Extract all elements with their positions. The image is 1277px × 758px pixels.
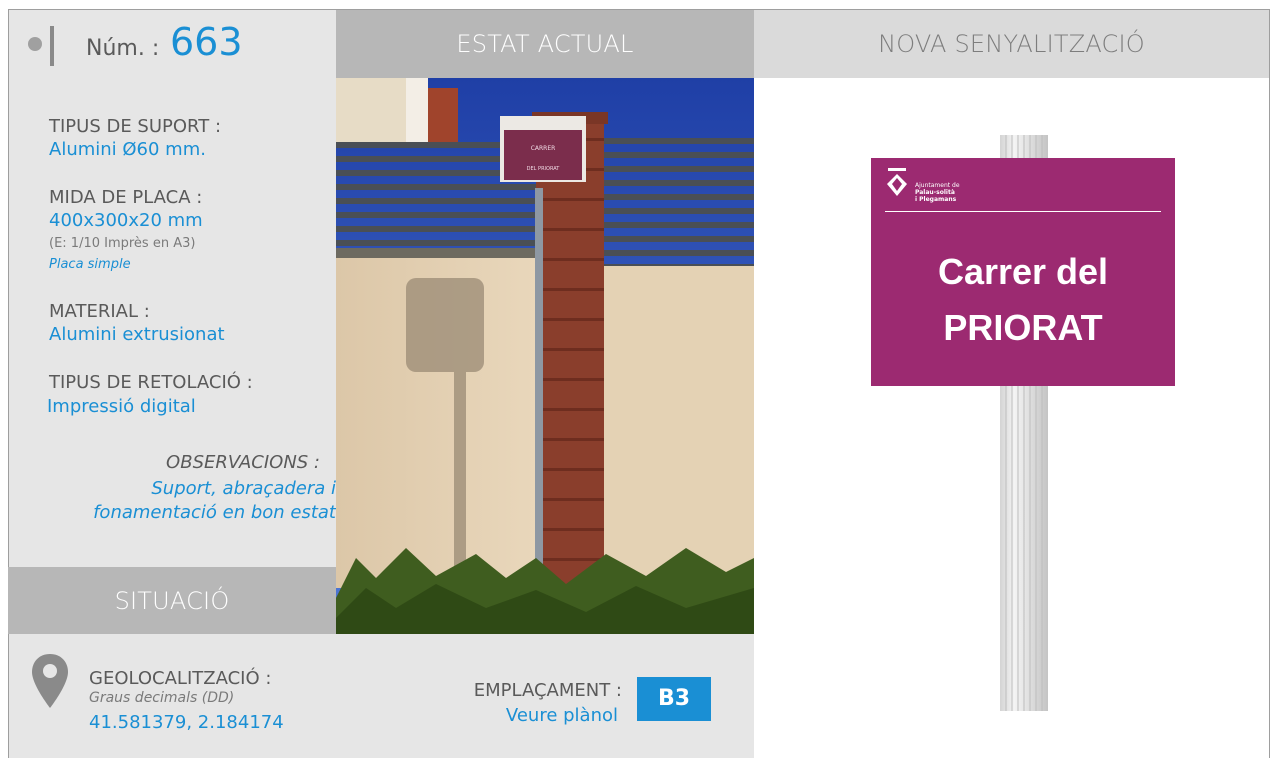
number-label: Núm. : <box>86 36 160 61</box>
estat-actual-header: ESTAT ACTUAL <box>336 10 754 78</box>
material-label: MATERIAL : <box>49 301 150 322</box>
geolocalitzacio-format: Graus decimals (DD) <box>89 690 235 706</box>
photo-sign-line-2: DEL PRIORAT <box>527 166 561 172</box>
location-pin-icon <box>32 654 68 708</box>
new-street-sign: Ajuntament de Palau-solità i Plegamans C… <box>871 158 1175 386</box>
logo-text-line-3: i Plegamans <box>915 196 957 203</box>
observacions-label: OBSERVACIONS : <box>166 452 320 473</box>
photo-sign-line-1: CARRER <box>531 145 556 152</box>
emplacament-code-badge: B3 <box>637 677 711 721</box>
observacions-line-2: fonamentació en bon estat <box>93 502 336 523</box>
frame-border-left <box>8 9 9 758</box>
situacio-title: SITUACIÓ <box>114 587 230 615</box>
retolacio-value: Impressió digital <box>47 396 196 417</box>
retolacio-label: TIPUS DE RETOLACIÓ : <box>49 372 253 393</box>
sign-divider <box>885 211 1161 212</box>
emplacament-label: EMPLAÇAMENT : <box>473 680 622 701</box>
estat-actual-title: ESTAT ACTUAL <box>456 30 634 58</box>
logo-text-line-1: Ajuntament de <box>915 182 960 189</box>
mida-placa-scale: (E: 1/10 Imprès en A3) <box>49 236 196 251</box>
veure-planol-link[interactable]: Veure plànol <box>396 705 618 726</box>
logo-text-line-2: Palau-solità <box>915 189 955 196</box>
geolocalitzacio-value: 41.581379, 2.184174 <box>89 712 284 733</box>
number-value: 663 <box>170 20 243 64</box>
mida-placa-label: MIDA DE PLACA : <box>49 187 203 208</box>
tipus-suport-value: Alumini Ø60 mm. <box>49 139 206 160</box>
divider-bar <box>50 26 54 66</box>
estat-actual-photo: CARRER DEL PRIORAT <box>336 78 754 634</box>
municipal-crest-icon <box>887 168 907 196</box>
frame-border-top <box>8 9 1270 10</box>
geolocalitzacio-label: GEOLOCALITZACIÓ : <box>89 668 272 689</box>
nova-senyalitzacio-title: NOVA SENYALITZACIÓ <box>878 30 1145 58</box>
sign-street-line-2: PRIORAT <box>943 307 1103 348</box>
tipus-suport-label: TIPUS DE SUPORT : <box>49 116 222 137</box>
nova-senyalitzacio-header: NOVA SENYALITZACIÓ <box>754 10 1269 78</box>
mida-placa-value: 400x300x20 mm <box>49 210 203 231</box>
sign-street-line-1: Carrer del <box>937 251 1109 292</box>
mida-placa-note: Placa simple <box>49 257 131 272</box>
observacions-line-1: Suport, abraçadera i <box>151 478 336 499</box>
bullet-dot-icon <box>28 37 42 51</box>
frame-border-right <box>1269 9 1270 758</box>
material-value: Alumini extrusionat <box>49 324 225 345</box>
situacio-header: SITUACIÓ <box>8 567 336 634</box>
